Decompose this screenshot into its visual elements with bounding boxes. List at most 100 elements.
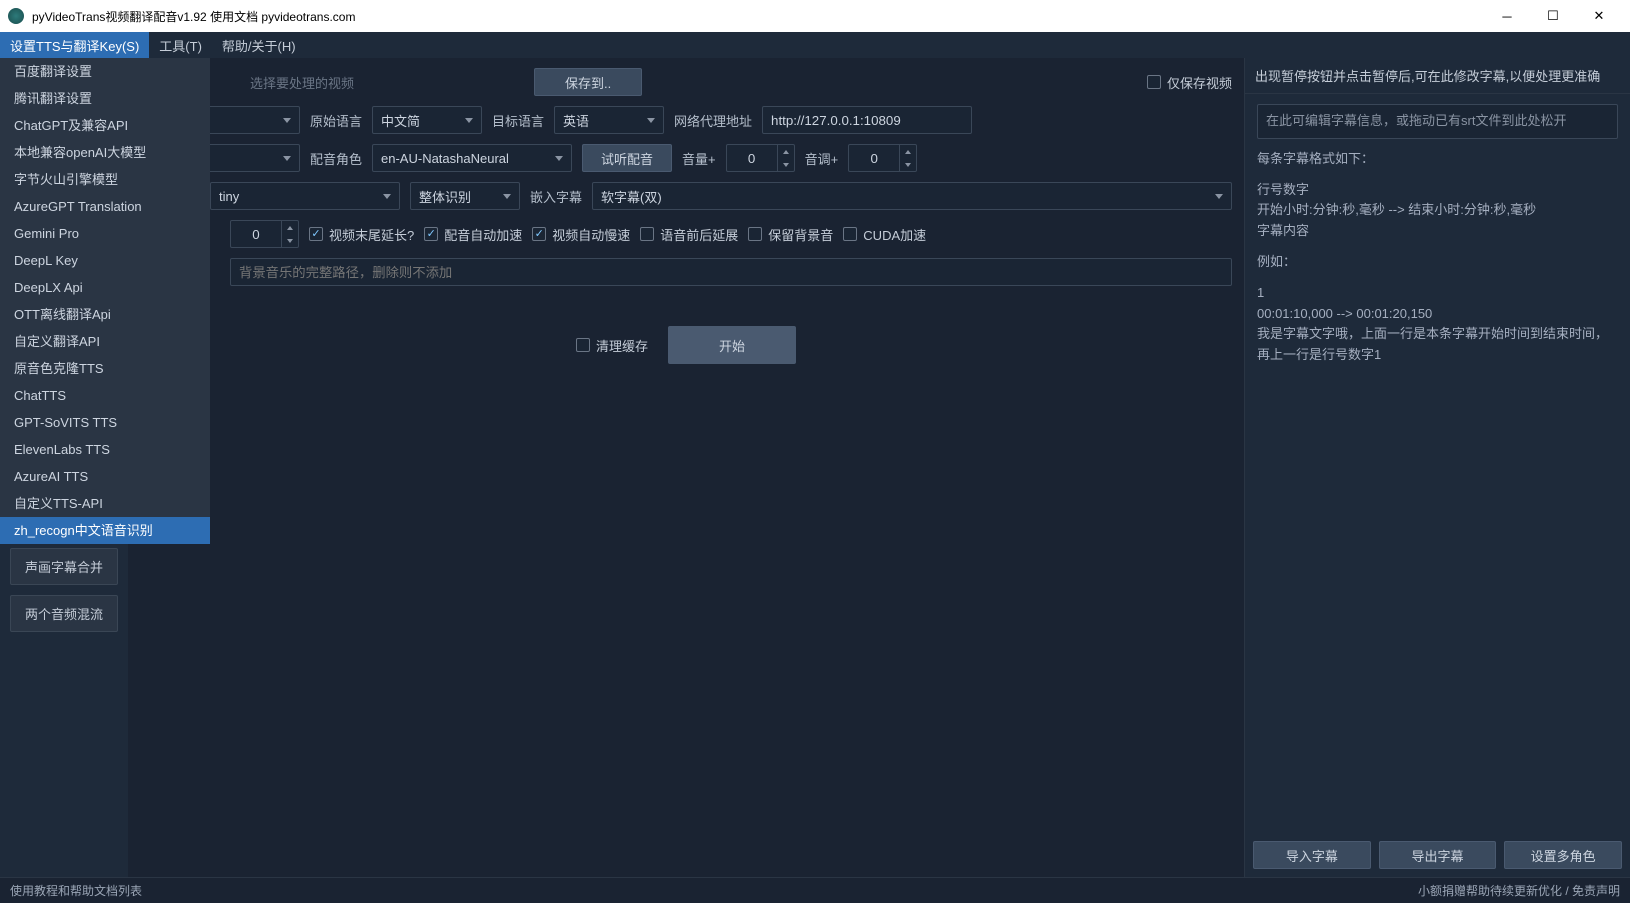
only-save-video-checkbox[interactable]: 仅保存视频	[1147, 73, 1232, 92]
save-to-button[interactable]: 保存到..	[534, 68, 642, 96]
dropdown-gemini[interactable]: Gemini Pro	[0, 220, 210, 247]
menu-tools[interactable]: 工具(T)	[149, 32, 212, 58]
video-select-placeholder: 选择要处理的视频	[250, 73, 354, 92]
dropdown-deeplx[interactable]: DeepLX Api	[0, 274, 210, 301]
dropdown-tencent[interactable]: 腾讯翻译设置	[0, 85, 210, 112]
dropdown-chattts[interactable]: ChatTTS	[0, 382, 210, 409]
menu-help[interactable]: 帮助/关于(H)	[212, 32, 306, 58]
volume-stepper[interactable]	[726, 144, 795, 172]
cb-video-auto-slow[interactable]: 视频自动慢速	[532, 225, 630, 244]
import-subtitle-button[interactable]: 导入字幕	[1253, 841, 1371, 869]
dst-lang-label: 目标语言	[492, 111, 544, 130]
volume-up[interactable]	[778, 145, 794, 158]
chevron-down-icon	[555, 156, 563, 161]
extend-stepper[interactable]	[230, 220, 299, 248]
content: 声画字幕合并 两个音频混流 选择要处理的视频 保存到.. 仅保存视频 eHuos…	[0, 58, 1630, 877]
side-btn-mix-audio[interactable]: 两个音频混流	[10, 595, 118, 632]
voice-role-label: 配音角色	[310, 149, 362, 168]
minimize-button[interactable]: ─	[1484, 0, 1530, 32]
side-btn-merge-av-sub[interactable]: 声画字幕合并	[10, 548, 118, 585]
extend-input[interactable]	[231, 221, 281, 247]
chevron-down-icon	[283, 156, 291, 161]
pitch-down[interactable]	[900, 158, 916, 171]
extend-down[interactable]	[282, 234, 298, 247]
menu-tts-key[interactable]: 设置TTS与翻译Key(S)	[0, 32, 149, 58]
right-panel-header: 出现暂停按钮并点击暂停后,可在此修改字幕,以便处理更准确	[1245, 58, 1630, 94]
example-line-1: 1	[1257, 283, 1618, 304]
dst-lang-value: 英语	[563, 111, 589, 130]
checkbox-icon	[748, 227, 762, 241]
cb-clear-cache[interactable]: 清理缓存	[576, 336, 648, 355]
src-lang-value: 中文简	[381, 111, 420, 130]
recog-mode-value: 整体识别	[419, 187, 471, 206]
dropdown-deepl[interactable]: DeepL Key	[0, 247, 210, 274]
only-save-video-label: 仅保存视频	[1167, 73, 1232, 92]
dropdown-zh-recogn[interactable]: zh_recogn中文语音识别	[0, 517, 210, 544]
window-title: pyVideoTrans视频翻译配音v1.92 使用文档 pyvideotran…	[32, 8, 355, 25]
statusbar: 使用教程和帮助文档列表 小额捐赠帮助待续更新优化 / 免责声明	[0, 877, 1630, 903]
dst-lang-select[interactable]: 英语	[554, 106, 664, 134]
checkbox-icon	[1147, 75, 1161, 89]
model-select[interactable]: tiny	[210, 182, 400, 210]
format-info-2: 行号数字	[1257, 180, 1618, 201]
subtitle-editor-placeholder[interactable]: 在此可编辑字幕信息，或拖动已有srt文件到此处松开	[1257, 104, 1618, 139]
example-line-3: 我是字幕文字哦，上面一行是本条字幕开始时间到结束时间，再上一行是行号数字1	[1257, 324, 1618, 366]
dropdown-bytedance[interactable]: 字节火山引擎模型	[0, 166, 210, 193]
bg-music-input[interactable]	[230, 258, 1232, 286]
checkbox-icon	[640, 227, 654, 241]
checkbox-icon	[309, 227, 323, 241]
close-button[interactable]: ✕	[1576, 0, 1622, 32]
volume-down[interactable]	[778, 158, 794, 171]
cb-voice-padding[interactable]: 语音前后延展	[640, 225, 738, 244]
statusbar-right[interactable]: 小额捐赠帮助待续更新优化 / 免责声明	[1418, 882, 1620, 899]
pitch-up[interactable]	[900, 145, 916, 158]
cb-cuda[interactable]: CUDA加速	[843, 225, 926, 244]
proxy-input[interactable]	[762, 106, 972, 134]
volume-label: 音量+	[682, 149, 716, 168]
dropdown-custom-translate[interactable]: 自定义翻译API	[0, 328, 210, 355]
chevron-down-icon	[383, 194, 391, 199]
menubar: 设置TTS与翻译Key(S) 工具(T) 帮助/关于(H) 百度翻译设置 腾讯翻…	[0, 32, 1630, 58]
preview-voice-button[interactable]: 试听配音	[582, 144, 672, 172]
src-lang-label: 原始语言	[310, 111, 362, 130]
model-value: tiny	[219, 189, 239, 204]
cb-voice-auto-speed[interactable]: 配音自动加速	[424, 225, 522, 244]
checkbox-icon	[576, 338, 590, 352]
titlebar: pyVideoTrans视频翻译配音v1.92 使用文档 pyvideotran…	[0, 0, 1630, 32]
voice-role-select[interactable]: en-AU-NatashaNeural	[372, 144, 572, 172]
statusbar-left[interactable]: 使用教程和帮助文档列表	[10, 882, 142, 899]
dropdown-chatgpt[interactable]: ChatGPT及兼容API	[0, 112, 210, 139]
chevron-down-icon	[283, 118, 291, 123]
dropdown-elevenlabs[interactable]: ElevenLabs TTS	[0, 436, 210, 463]
volume-input[interactable]	[727, 145, 777, 171]
pitch-stepper[interactable]	[848, 144, 917, 172]
proxy-label: 网络代理地址	[674, 111, 752, 130]
chevron-down-icon	[647, 118, 655, 123]
maximize-button[interactable]: ☐	[1530, 0, 1576, 32]
cb-video-tail-extend[interactable]: 视频末尾延长?	[309, 225, 414, 244]
start-button[interactable]: 开始	[668, 326, 796, 364]
embed-sub-select[interactable]: 软字幕(双)	[592, 182, 1232, 210]
dropdown-ott[interactable]: OTT离线翻译Api	[0, 301, 210, 328]
dropdown-baidu[interactable]: 百度翻译设置	[0, 58, 210, 85]
embed-sub-label: 嵌入字幕	[530, 187, 582, 206]
dropdown-local-openai[interactable]: 本地兼容openAI大模型	[0, 139, 210, 166]
right-panel: 出现暂停按钮并点击暂停后,可在此修改字幕,以便处理更准确 在此可编辑字幕信息，或…	[1244, 58, 1630, 877]
export-subtitle-button[interactable]: 导出字幕	[1379, 841, 1497, 869]
chevron-down-icon	[465, 118, 473, 123]
cb-keep-bg-audio[interactable]: 保留背景音	[748, 225, 833, 244]
dropdown-clone-tts[interactable]: 原音色克隆TTS	[0, 355, 210, 382]
app-icon	[8, 8, 24, 24]
pitch-input[interactable]	[849, 145, 899, 171]
dropdown-azureai-tts[interactable]: AzureAI TTS	[0, 463, 210, 490]
src-lang-select[interactable]: 中文简	[372, 106, 482, 134]
checkbox-icon	[843, 227, 857, 241]
dropdown-gptsovits[interactable]: GPT-SoVITS TTS	[0, 409, 210, 436]
dropdown-azuregpt[interactable]: AzureGPT Translation	[0, 193, 210, 220]
extend-up[interactable]	[282, 221, 298, 234]
dropdown-custom-tts[interactable]: 自定义TTS-API	[0, 490, 210, 517]
set-roles-button[interactable]: 设置多角色	[1504, 841, 1622, 869]
recog-mode-select[interactable]: 整体识别	[410, 182, 520, 210]
checkbox-icon	[532, 227, 546, 241]
format-info-4: 字幕内容	[1257, 221, 1618, 242]
